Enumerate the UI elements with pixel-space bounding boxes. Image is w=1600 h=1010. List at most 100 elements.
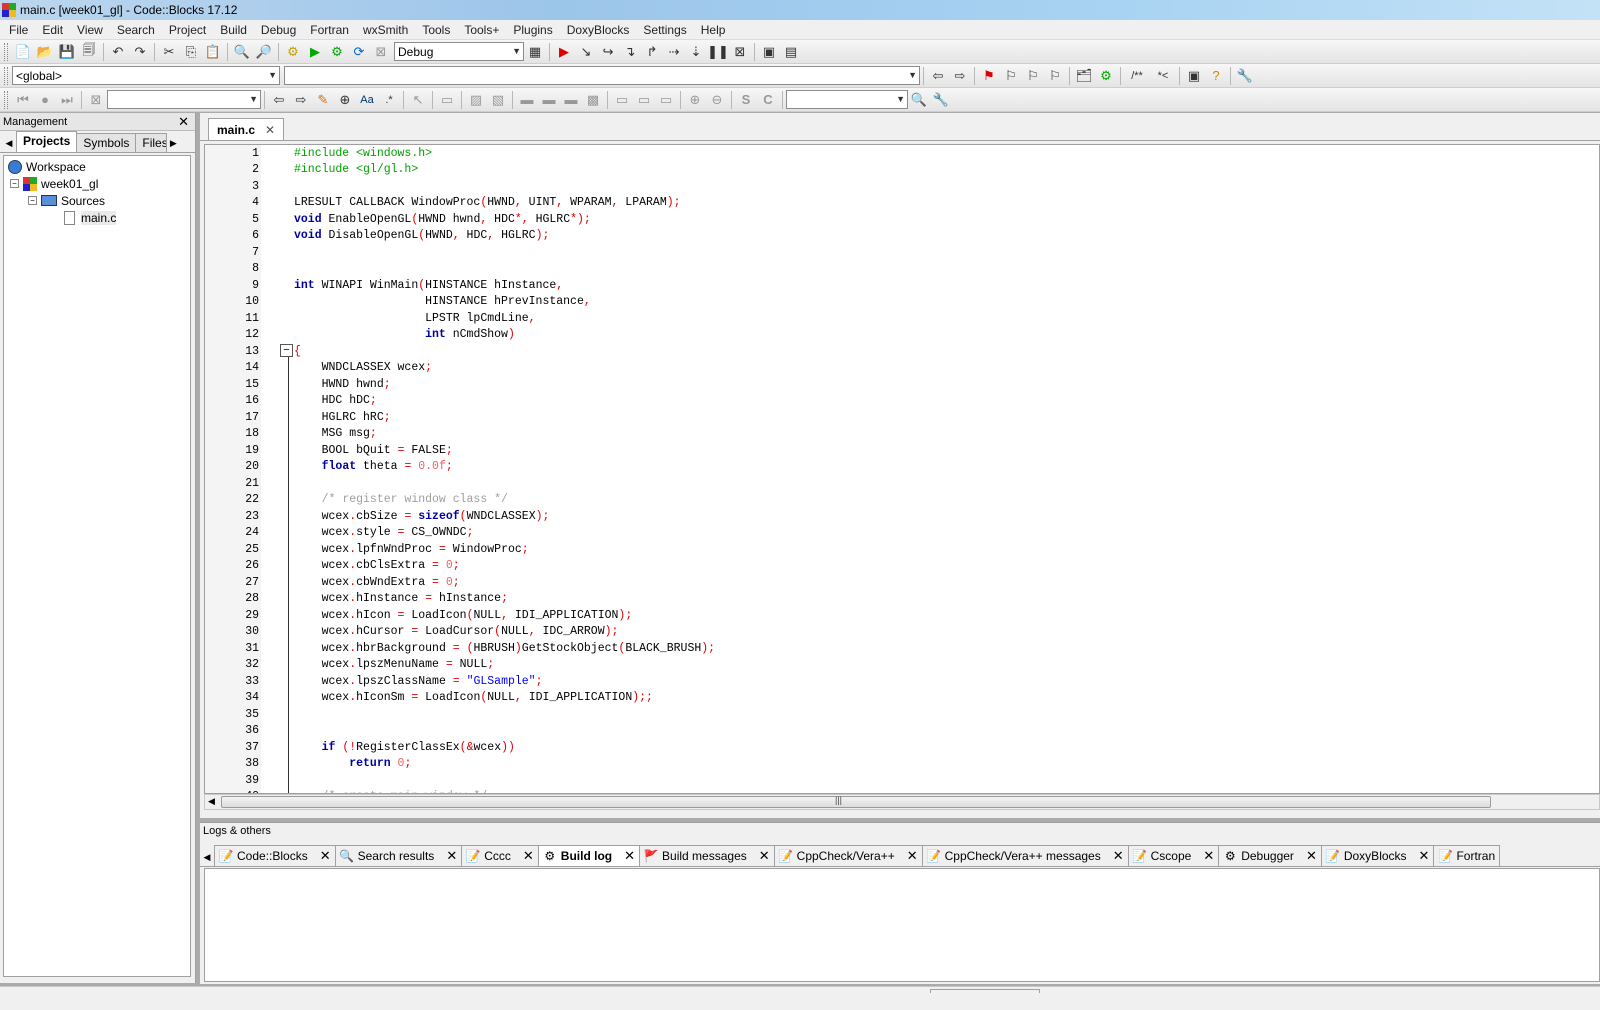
code-line[interactable]: 32 wcex.lpszMenuName = NULL;: [205, 657, 1599, 674]
various-info-icon[interactable]: ▤: [780, 42, 802, 62]
toolbar-grip[interactable]: [4, 90, 8, 109]
find-icon[interactable]: 🔍: [231, 42, 253, 62]
code-line[interactable]: 27 wcex.cbWndExtra = 0;: [205, 575, 1599, 592]
zoom-in-icon[interactable]: ⊕: [684, 90, 706, 110]
tab-doxyblocks[interactable]: 📝 DoxyBlocks ✕: [1320, 845, 1435, 866]
clear-bookmarks-icon[interactable]: ⚐: [1044, 66, 1066, 86]
code-line[interactable]: 26 wcex.cbClsExtra = 0;: [205, 558, 1599, 575]
block-comment-icon[interactable]: /**: [1124, 66, 1150, 86]
paste-icon[interactable]: 📋: [202, 42, 224, 62]
code-line[interactable]: 36: [205, 723, 1599, 740]
debug-windows-icon[interactable]: ▣: [758, 42, 780, 62]
close-icon[interactable]: ✕: [265, 120, 275, 140]
first-icon[interactable]: ⏮: [12, 90, 34, 110]
code-line[interactable]: 38 return 0;: [205, 756, 1599, 773]
code-line[interactable]: 31 wcex.hbrBackground = (HBRUSH)GetStock…: [205, 641, 1599, 658]
tree-item-sources[interactable]: − Sources: [4, 192, 190, 209]
box-icon[interactable]: ▭: [611, 90, 633, 110]
code-line[interactable]: 28 wcex.hInstance = hInstance;: [205, 591, 1599, 608]
clear-search-icon[interactable]: ⊠: [85, 90, 107, 110]
code-line[interactable]: 2 #include <gl/gl.h>: [205, 162, 1599, 179]
horizontal-scrollbar[interactable]: ◀ |||: [204, 794, 1600, 810]
tab-scroll-left-icon[interactable]: ◀: [200, 848, 214, 866]
search-input[interactable]: ▼: [107, 90, 261, 109]
code-line[interactable]: 29 wcex.hIcon = LoadIcon(NULL, IDI_APPLI…: [205, 608, 1599, 625]
step-into-instruction-icon[interactable]: ⇣: [685, 42, 707, 62]
replace-icon[interactable]: 🔎: [253, 42, 275, 62]
close-icon[interactable]: ✕: [1306, 846, 1317, 866]
code-line[interactable]: 30 wcex.hCursor = LoadCursor(NULL, IDC_A…: [205, 624, 1599, 641]
box-2-icon[interactable]: ▭: [633, 90, 655, 110]
tree-item-project[interactable]: − week01_gl: [4, 175, 190, 192]
next-line-icon[interactable]: ↪: [597, 42, 619, 62]
code-line[interactable]: 17 HGLRC hRC;: [205, 410, 1599, 427]
build-target-select[interactable]: Debug ▼: [394, 42, 524, 61]
doxy-extract-icon[interactable]: 🗂: [1073, 66, 1095, 86]
close-icon[interactable]: ✕: [624, 846, 635, 866]
code-line[interactable]: 35: [205, 707, 1599, 724]
next-instruction-icon[interactable]: ⇢: [663, 42, 685, 62]
code-line[interactable]: 5 void EnableOpenGL(HWND hwnd, HDC*, HGLR…: [205, 212, 1599, 229]
match-case-icon[interactable]: Aa: [356, 90, 378, 110]
target-options-icon[interactable]: ▦: [524, 42, 546, 62]
code-line[interactable]: 3: [205, 179, 1599, 196]
code-line[interactable]: 13 {: [205, 344, 1599, 361]
save-all-icon[interactable]: 🗐: [78, 42, 100, 62]
jump-back-icon[interactable]: ⇦: [927, 66, 949, 86]
toolbar-grip[interactable]: [4, 42, 8, 61]
scrollbar-thumb[interactable]: [221, 796, 1491, 808]
last-icon[interactable]: ⏭: [56, 90, 78, 110]
code-line[interactable]: 37 if (!RegisterClassEx(&wcex)): [205, 740, 1599, 757]
tab-projects[interactable]: Projects: [16, 131, 78, 152]
menu-doxyblocks[interactable]: DoxyBlocks: [560, 20, 637, 40]
c-icon[interactable]: C: [757, 90, 779, 110]
regex-icon[interactable]: .*: [378, 90, 400, 110]
close-icon[interactable]: ✕: [446, 846, 457, 866]
find-prev-icon[interactable]: ⇦: [268, 90, 290, 110]
code-line[interactable]: 11 LPSTR lpCmdLine,: [205, 311, 1599, 328]
tab-cppcheck-vera-messages[interactable]: 📝 CppCheck/Vera++ messages ✕: [921, 845, 1129, 866]
prev-bookmark-icon[interactable]: ⚐: [1000, 66, 1022, 86]
copy-icon[interactable]: ⎘: [180, 42, 202, 62]
wrench-icon[interactable]: 🔧: [1234, 66, 1256, 86]
code-line[interactable]: 7: [205, 245, 1599, 262]
close-icon[interactable]: ✕: [759, 846, 770, 866]
build-log-output[interactable]: [204, 868, 1600, 982]
code-line[interactable]: 25 wcex.lpfnWndProc = WindowProc;: [205, 542, 1599, 559]
magnifier-icon[interactable]: 🔍: [908, 90, 930, 110]
fill-icon[interactable]: ▩: [582, 90, 604, 110]
undo-icon[interactable]: ↶: [107, 42, 129, 62]
find-combo[interactable]: ▼: [786, 90, 908, 109]
save-icon[interactable]: 💾: [56, 42, 78, 62]
tab-symbols[interactable]: Symbols: [76, 133, 137, 152]
doxy-run-icon[interactable]: ⚙: [1095, 66, 1117, 86]
close-icon[interactable]: ✕: [1419, 846, 1430, 866]
next-bookmark-icon[interactable]: ⚐: [1022, 66, 1044, 86]
code-editor[interactable]: − 1 #include <windows.h> 2 #include <gl/gl.…: [204, 144, 1600, 794]
pointer-icon[interactable]: ↖: [407, 90, 429, 110]
tab-main-c[interactable]: main.c ✕: [208, 118, 285, 140]
tab-fortran[interactable]: 📝 Fortran: [1433, 845, 1501, 866]
menu-fortran[interactable]: Fortran: [303, 20, 356, 40]
selected-text-icon[interactable]: ⊕: [334, 90, 356, 110]
align-middle-icon[interactable]: ▬: [538, 90, 560, 110]
tab-build-log[interactable]: ⚙ Build log ✕: [537, 845, 641, 866]
tree-item-workspace[interactable]: Workspace: [4, 158, 190, 175]
menu-project[interactable]: Project: [162, 20, 213, 40]
pause-icon[interactable]: ❚❚: [707, 42, 729, 62]
collapse-icon[interactable]: −: [28, 196, 37, 205]
menu-tools-[interactable]: Tools+: [457, 20, 506, 40]
align-top-icon[interactable]: ▬: [516, 90, 538, 110]
close-icon[interactable]: ✕: [1203, 846, 1214, 866]
redo-icon[interactable]: ↷: [129, 42, 151, 62]
step-into-icon[interactable]: ↴: [619, 42, 641, 62]
menu-tools[interactable]: Tools: [415, 20, 457, 40]
tab-cscope[interactable]: 📝 Cscope ✕: [1127, 845, 1220, 866]
close-icon[interactable]: ✕: [907, 846, 918, 866]
tab-files[interactable]: Files: [135, 133, 168, 152]
menu-wxsmith[interactable]: wxSmith: [356, 20, 415, 40]
run-icon[interactable]: ▶: [304, 42, 326, 62]
menu-build[interactable]: Build: [213, 20, 254, 40]
jump-forward-icon[interactable]: ⇨: [949, 66, 971, 86]
tab-cppcheck-vera-[interactable]: 📝 CppCheck/Vera++ ✕: [773, 845, 923, 866]
